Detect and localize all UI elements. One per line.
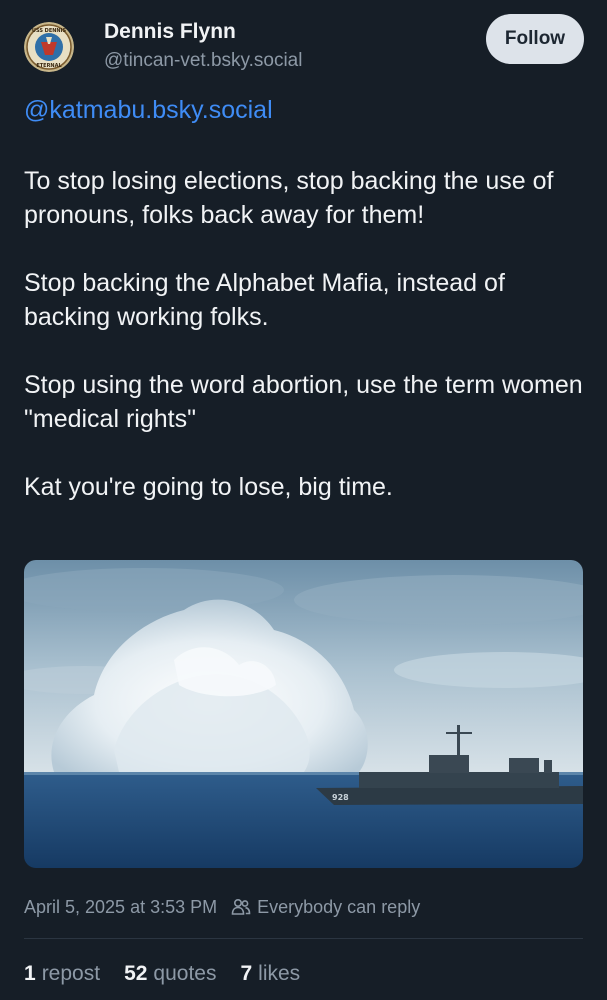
reposts-count: 1 [24,962,36,985]
likes-count: 7 [240,962,253,985]
post-text: To stop losing elections, stop backing t… [24,164,589,538]
avatar-text-bottom: ETERNAL [36,63,62,69]
author-display-name[interactable]: Dennis Flynn [104,20,236,44]
mention-link[interactable]: @katmabu.bsky.social [24,96,273,125]
likes-label: likes [258,962,301,985]
reply-setting[interactable]: Everybody can reply [257,897,420,918]
likes-stat[interactable]: 7 likes [240,962,300,986]
hull-number: 928 [332,793,349,802]
people-icon [231,898,251,916]
author-handle[interactable]: @tincan-vet.bsky.social [104,50,302,72]
post-paragraph: Kat you're going to lose, big time. [24,473,393,501]
follow-button[interactable]: Follow [486,14,584,64]
post-paragraph: Stop backing the Alphabet Mafia, instead… [24,269,505,331]
post-image[interactable]: 928 [24,560,583,868]
post-timestamp: April 5, 2025 at 3:53 PM [24,896,218,917]
quotes-count: 52 [124,962,148,985]
divider [24,938,583,939]
quotes-stat[interactable]: 52 quotes [124,962,216,986]
post-stats: 1 repost 52 quotes 7 likes [24,960,324,988]
post-header: USS DENNIS ETERNAL Dennis Flynn @tincan-… [0,0,607,90]
post-paragraph: To stop losing elections, stop backing t… [24,167,554,229]
avatar[interactable]: USS DENNIS ETERNAL [24,22,74,72]
reposts-label: repost [41,962,101,985]
reposts-stat[interactable]: 1 repost [24,962,100,986]
avatar-text-top: USS DENNIS [32,28,67,34]
post-meta: April 5, 2025 at 3:53 PM Everybody can r… [24,894,420,920]
post-paragraph: Stop using the word abortion, use the te… [24,371,583,433]
quotes-label: quotes [153,962,217,985]
